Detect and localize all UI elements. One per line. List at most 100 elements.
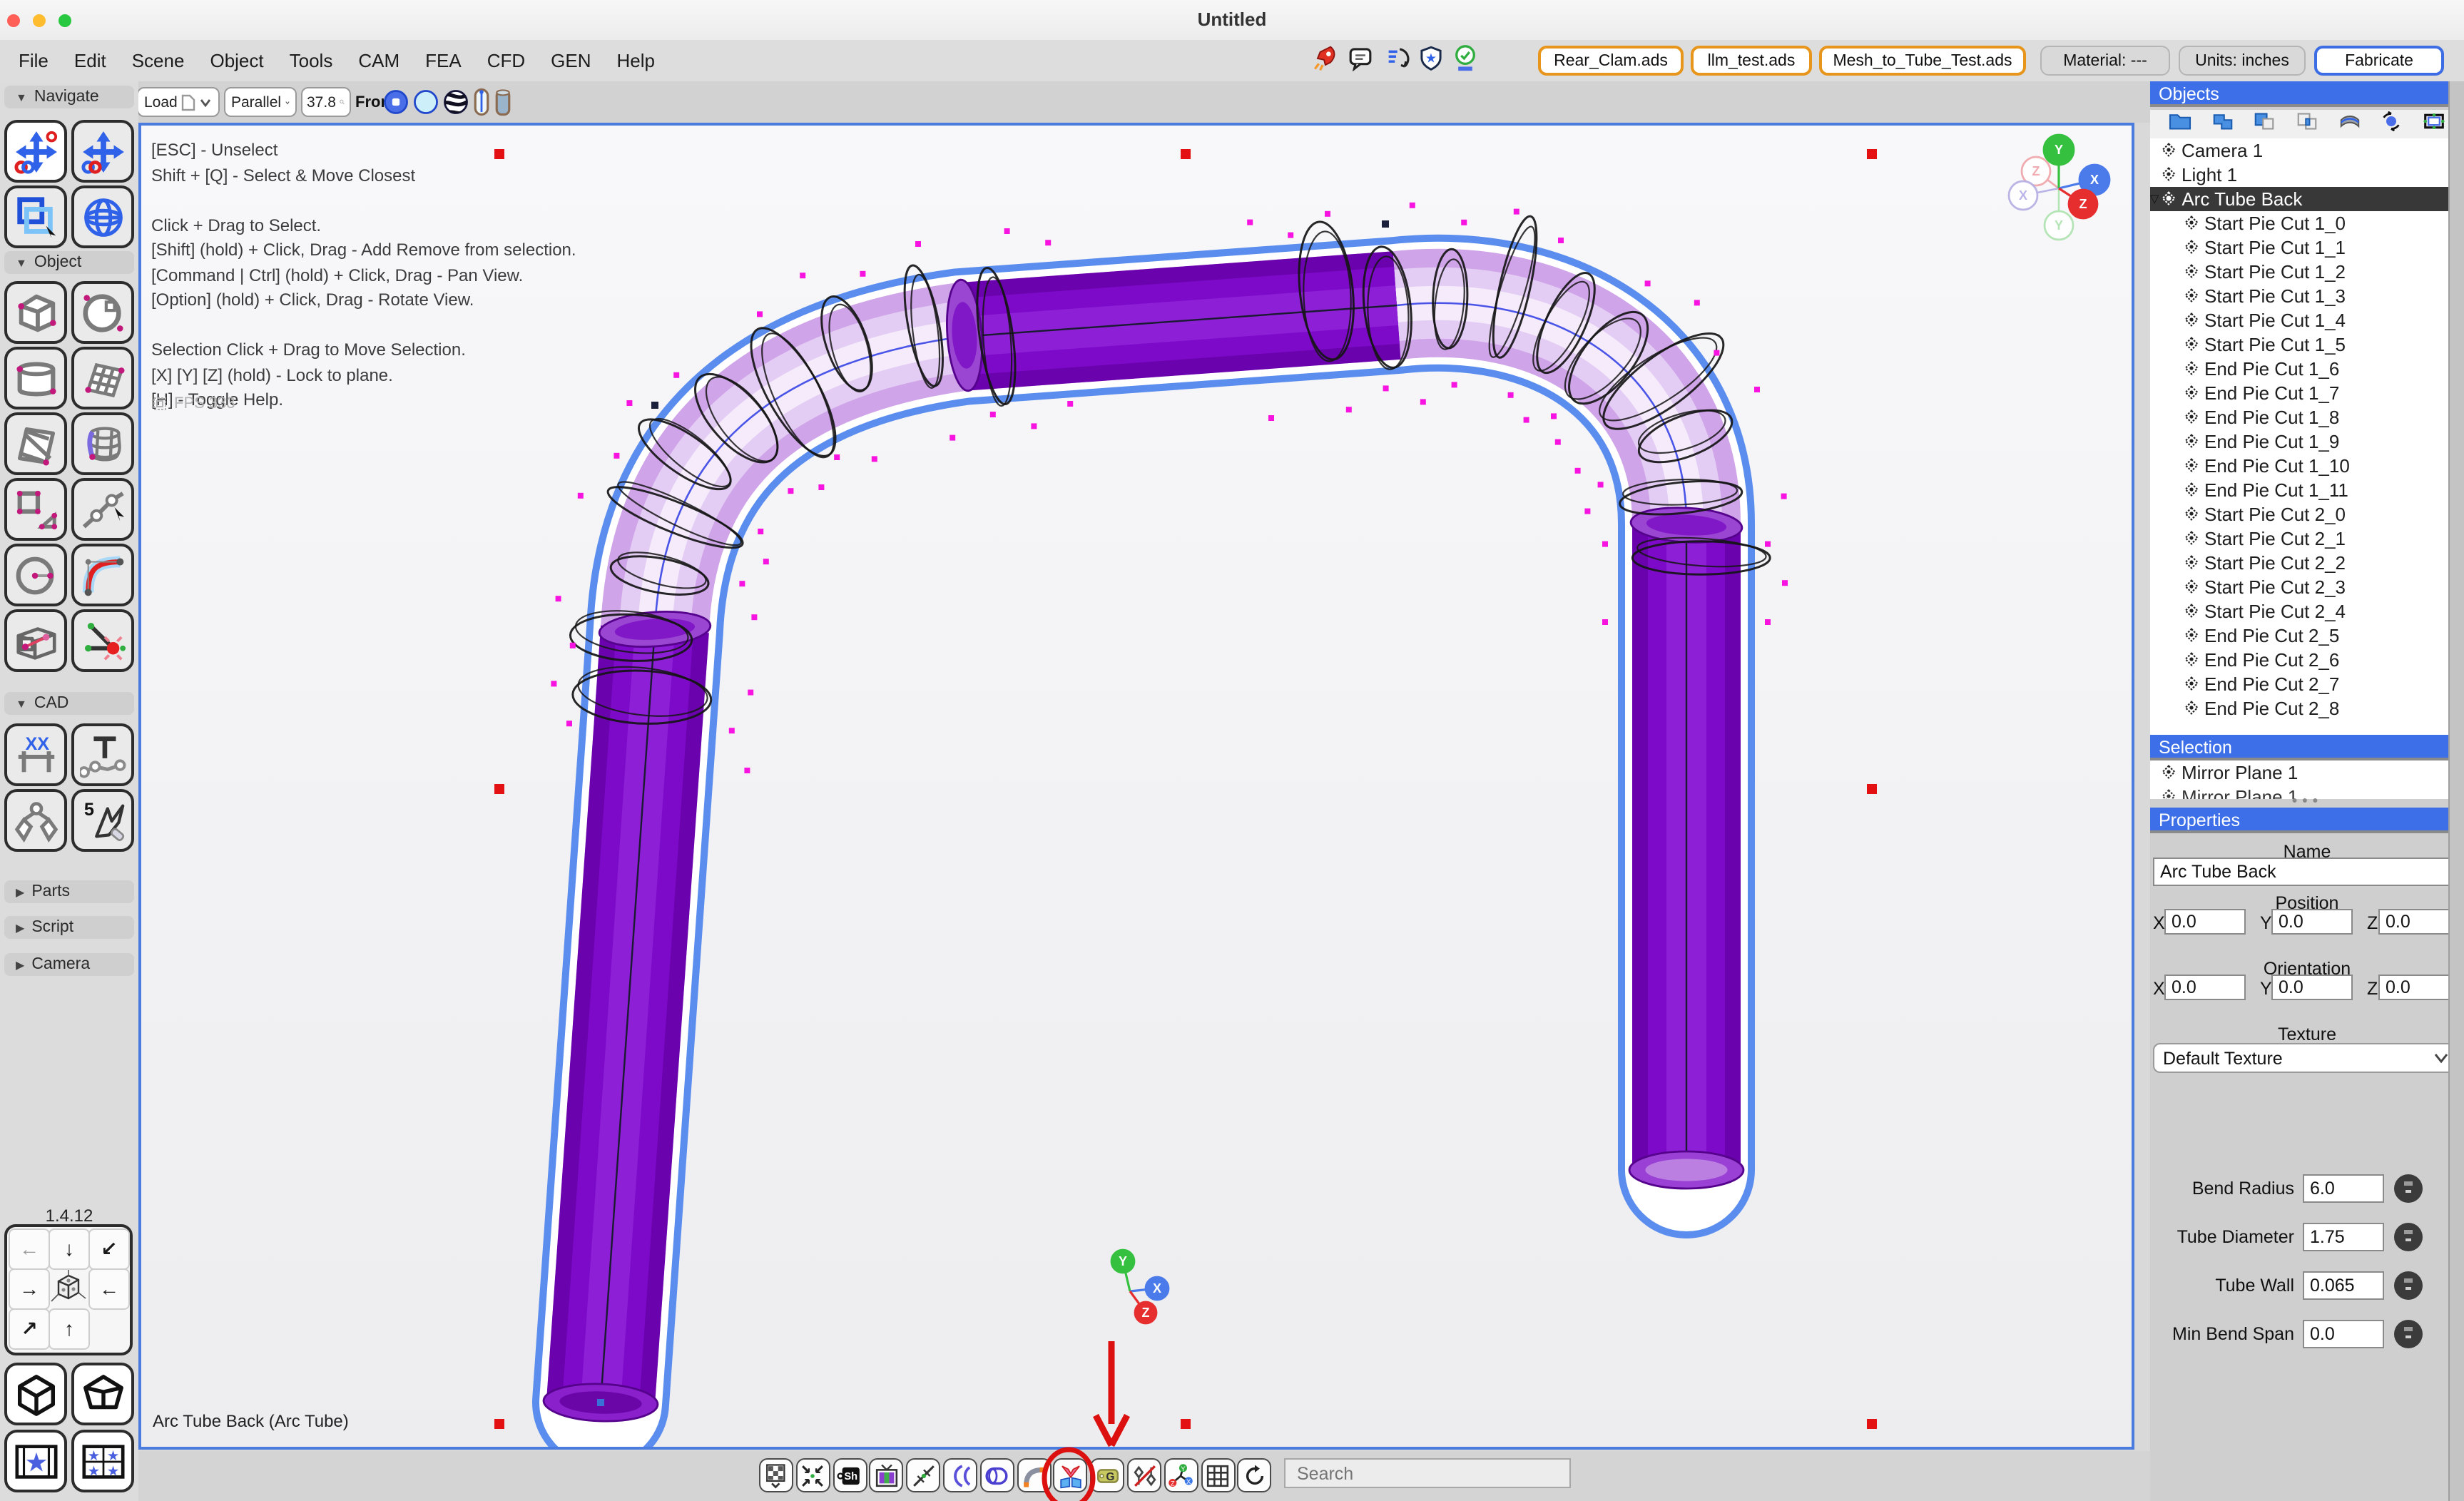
tree-item[interactable]: Start Pie Cut 2_3 [2150, 575, 2450, 599]
selection-handle[interactable] [494, 1419, 504, 1429]
tool-bench-xx[interactable]: XX [4, 723, 67, 786]
sphere-zebra-icon[interactable] [442, 88, 469, 116]
value-knob[interactable] [2394, 1271, 2423, 1300]
rotate-icon[interactable] [2381, 111, 2403, 138]
tree-item[interactable]: End Pie Cut 1_6 [2150, 357, 2450, 381]
object-visibility-icon[interactable] [2162, 140, 2176, 161]
sphere-solid-icon[interactable] [382, 88, 409, 116]
bottombar-collapse-icon[interactable] [796, 1458, 830, 1492]
viewcube-arrow-button[interactable]: ↙ [88, 1228, 130, 1270]
section-header-navigate[interactable]: ▼Navigate [4, 86, 134, 108]
tool-cube-persp[interactable] [71, 1363, 134, 1425]
tree-item[interactable]: Start Pie Cut 1_4 [2150, 308, 2450, 332]
folder-icon[interactable] [2169, 111, 2191, 138]
object-visibility-icon[interactable] [2184, 479, 2199, 501]
tree-item[interactable]: End Pie Cut 2_8 [2150, 696, 2450, 721]
bottombar-refresh-icon[interactable] [1238, 1458, 1272, 1492]
bottombar-elbow-icon[interactable] [1017, 1458, 1051, 1492]
menu-cam[interactable]: CAM [345, 40, 412, 71]
value-knob[interactable] [2394, 1223, 2423, 1251]
tool-bend-curve[interactable] [71, 544, 134, 606]
bottombar-grid-table-icon[interactable] [1201, 1458, 1235, 1492]
tree-item[interactable]: End Pie Cut 2_7 [2150, 672, 2450, 696]
menu-file[interactable]: File [6, 40, 61, 71]
tool-star-frame[interactable]: ★ [4, 1430, 67, 1492]
bottombar-cut-plane-icon[interactable] [906, 1458, 940, 1492]
object-visibility-icon[interactable] [2184, 382, 2199, 404]
tool-ramp[interactable] [4, 412, 67, 475]
subtract-icon[interactable] [2254, 111, 2276, 138]
viewcube-arrow-button[interactable]: → [9, 1268, 50, 1310]
object-visibility-icon[interactable] [2184, 528, 2199, 549]
load-dropdown[interactable]: Load [137, 87, 220, 117]
tree-item[interactable]: End Pie Cut 1_8 [2150, 405, 2450, 429]
section-header-cad[interactable]: ▼CAD [4, 692, 134, 715]
bottombar-gcode-tag-icon[interactable]: G [1090, 1458, 1124, 1492]
tree-item[interactable]: End Pie Cut 2_5 [2150, 624, 2450, 648]
chat-icon[interactable] [1347, 44, 1374, 78]
menu-fea[interactable]: FEA [412, 40, 474, 71]
object-visibility-icon[interactable] [2184, 601, 2199, 622]
section-header-object[interactable]: ▼Object [4, 251, 134, 274]
tree-item[interactable]: Camera 1 [2150, 138, 2450, 163]
viewcube-arrow-button[interactable]: ← [88, 1268, 130, 1310]
position-z-field[interactable] [2378, 909, 2458, 935]
selection-handle[interactable] [1867, 149, 1877, 159]
tree-item[interactable]: Start Pie Cut 1_0 [2150, 211, 2450, 235]
viewcube-arrow-button[interactable]: ↑ [49, 1308, 90, 1350]
tube-diameter-field[interactable] [2303, 1223, 2384, 1251]
position-y-field[interactable] [2271, 909, 2353, 935]
tree-item[interactable]: Start Pie Cut 2_1 [2150, 526, 2450, 551]
search-input[interactable] [1284, 1458, 1571, 1488]
tool-arrow-five[interactable]: 5 [71, 789, 134, 852]
check-badge-icon[interactable] [1452, 44, 1478, 79]
tool-lathe[interactable] [71, 412, 134, 475]
object-visibility-icon[interactable] [2184, 552, 2199, 574]
bottombar-shader-icon[interactable]: Sh [833, 1458, 867, 1492]
object-visibility-icon[interactable] [2184, 358, 2199, 380]
tree-item[interactable]: End Pie Cut 2_6 [2150, 648, 2450, 672]
object-visibility-icon[interactable] [2184, 673, 2199, 695]
selection-handle[interactable] [1181, 1419, 1191, 1429]
viewcube-arrow-button[interactable]: ↓ [49, 1228, 90, 1270]
bottombar-mirror-fold-icon[interactable] [1054, 1458, 1088, 1492]
tree-item[interactable]: Start Pie Cut 2_2 [2150, 551, 2450, 575]
tree-item[interactable]: Light 1 [2150, 163, 2450, 187]
shield-star-icon[interactable]: ★ [1418, 44, 1444, 78]
object-visibility-icon[interactable] [2184, 285, 2199, 307]
tool-cube-iso[interactable] [4, 1363, 67, 1425]
object-visibility-icon[interactable] [2184, 698, 2199, 719]
tool-cylinder[interactable] [4, 347, 67, 409]
object-visibility-icon[interactable] [2184, 310, 2199, 331]
selection-item[interactable]: Mirror Plane 1 [2150, 760, 2464, 785]
selection-handle[interactable] [1867, 1419, 1877, 1429]
bottombar-double-arc-icon[interactable] [943, 1458, 977, 1492]
object-visibility-icon[interactable] [2184, 407, 2199, 428]
orientation-y-field[interactable] [2271, 975, 2353, 1000]
tree-item[interactable]: Start Pie Cut 1_5 [2150, 332, 2450, 357]
orientation-x-field[interactable] [2164, 975, 2246, 1000]
window-scroll-gutter[interactable] [2448, 81, 2464, 1501]
tree-item[interactable]: End Pie Cut 1_10 [2150, 454, 2450, 478]
object-visibility-icon[interactable] [2184, 213, 2199, 234]
viewport-3d[interactable]: YXZZXYYXZ [ESC] - Unselect Shift + [Q] -… [138, 123, 2134, 1450]
fabricate-button[interactable]: Fabricate [2314, 46, 2444, 76]
bottombar-tv-rgb-icon[interactable] [870, 1458, 904, 1492]
tree-item[interactable]: Start Pie Cut 2_0 [2150, 502, 2450, 526]
tree-item[interactable]: End Pie Cut 1_9 [2150, 429, 2450, 454]
tool-box-select[interactable] [4, 185, 67, 248]
selection-handle[interactable] [494, 784, 504, 794]
tool-stars-grid[interactable]: ★★★★ [71, 1430, 134, 1492]
tool-mesh-plane[interactable] [71, 347, 134, 409]
selection-handle[interactable] [1867, 784, 1877, 794]
file-button-2[interactable]: llm_test.ads [1691, 46, 1812, 76]
min-bend-span-field[interactable] [2303, 1320, 2384, 1348]
selection-handle[interactable] [1181, 149, 1191, 159]
texture-dropdown[interactable]: Default Texture [2153, 1043, 2458, 1073]
tube-wire-icon[interactable] [472, 87, 491, 117]
tube-wall-field[interactable] [2303, 1271, 2384, 1300]
tool-circle-radius[interactable] [4, 544, 67, 606]
object-visibility-icon[interactable] [2162, 188, 2176, 210]
orientation-z-field[interactable] [2378, 975, 2458, 1000]
rocket-icon[interactable] [1310, 44, 1338, 79]
